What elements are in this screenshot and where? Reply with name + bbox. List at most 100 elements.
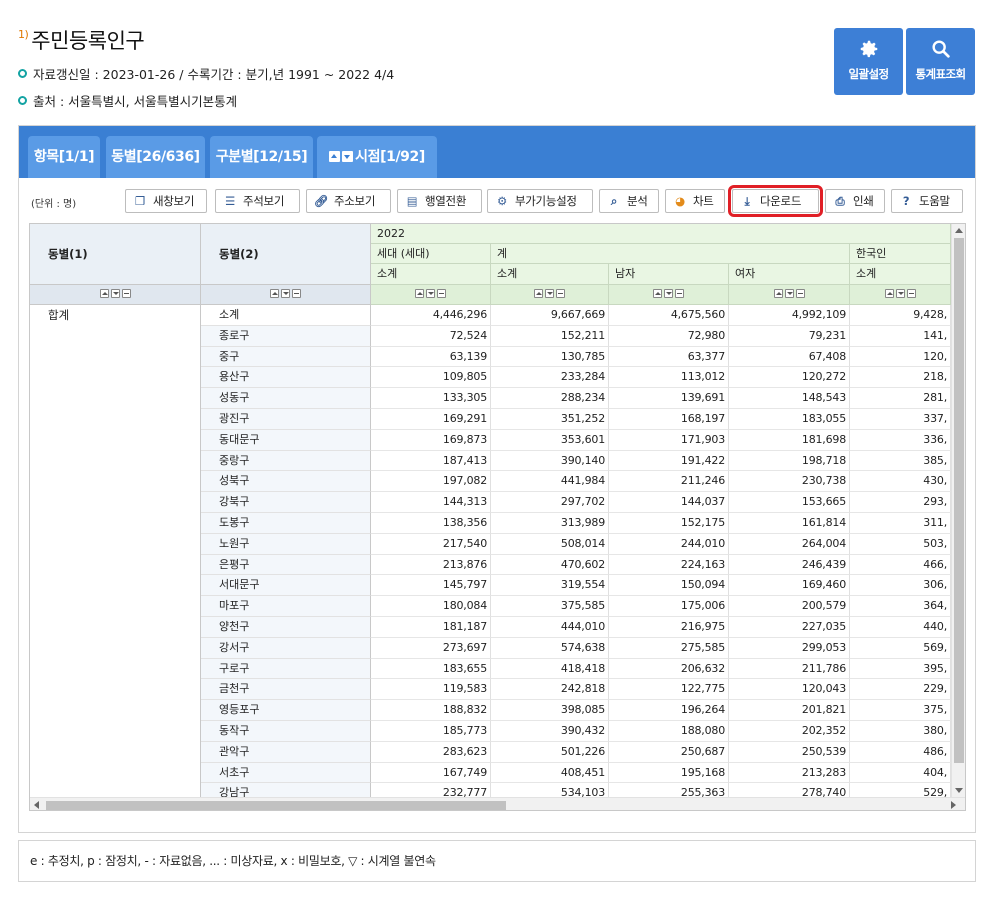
expand-down-icon[interactable] bbox=[342, 151, 354, 162]
sort-down-icon[interactable] bbox=[545, 289, 554, 298]
new-window-button[interactable]: ❐ 새창보기 bbox=[125, 189, 207, 213]
link-icon: 🔗︎ bbox=[313, 194, 329, 208]
chart-button[interactable]: ◕ 차트 bbox=[665, 189, 725, 213]
sort-down-icon[interactable] bbox=[281, 289, 290, 298]
table-cell: 211,246 bbox=[609, 471, 729, 493]
toolbar: (단위 : 명) ❐ 새창보기 ☰ 주석보기 🔗︎ 주소보기 ▤ 행열전환 ⚙ 부가기능설… bbox=[19, 178, 975, 223]
table-cell: 264,004 bbox=[729, 533, 850, 555]
scroll-up-icon[interactable] bbox=[955, 228, 963, 233]
collapse-icon[interactable] bbox=[121, 289, 131, 298]
pivot-icon: ▤ bbox=[406, 194, 418, 208]
pivot-button[interactable]: ▤ 행열전환 bbox=[397, 189, 482, 213]
table-cell: 169,291 bbox=[371, 409, 491, 430]
table-cell: 196,264 bbox=[609, 700, 729, 721]
table-cell: 183,655 bbox=[371, 658, 491, 680]
row-label: 강북구 bbox=[201, 492, 371, 513]
view-address-button[interactable]: 🔗︎ 주소보기 bbox=[306, 189, 391, 213]
sort-down-icon[interactable] bbox=[110, 289, 120, 298]
sort-down-icon[interactable] bbox=[426, 289, 435, 298]
collapse-icon[interactable] bbox=[556, 289, 565, 298]
collapse-icon[interactable] bbox=[292, 289, 301, 298]
stat-table-search-button[interactable]: 통계표조회 bbox=[906, 28, 975, 95]
window-icon: ❐ bbox=[134, 194, 145, 208]
table-cell: 152,175 bbox=[609, 513, 729, 534]
table-cell: 508,014 bbox=[491, 533, 609, 555]
sort-up-icon[interactable] bbox=[773, 289, 783, 298]
sort-down-icon[interactable] bbox=[895, 289, 905, 298]
table-cell: 197,082 bbox=[371, 471, 491, 493]
tab-items[interactable]: 항목[1/1] bbox=[28, 136, 100, 178]
tab-period[interactable]: 시점[1/92] bbox=[317, 136, 437, 178]
row-group-label: 합계 bbox=[48, 308, 70, 322]
update-info: 자료갱신일 : 2023-01-26 / 수록기간 : 분기,년 1991 ~ … bbox=[18, 64, 394, 83]
tab-items-label: 항목[1/1] bbox=[33, 149, 95, 165]
table-cell: 122,775 bbox=[609, 679, 729, 701]
download-label: 다운로드 bbox=[760, 194, 802, 208]
sort-up-icon[interactable] bbox=[653, 289, 662, 298]
tab-dong[interactable]: 동별[26/636] bbox=[106, 136, 205, 178]
scroll-right-icon[interactable] bbox=[951, 801, 956, 809]
row-label: 중구 bbox=[201, 346, 371, 368]
bulk-settings-button[interactable]: 일괄설정 bbox=[834, 28, 903, 95]
sub-header-households-subtotal: 소계 bbox=[371, 264, 491, 285]
table-cell: 169,873 bbox=[371, 429, 491, 451]
title-area: 1) 주민등록인구 자료갱신일 : 2023-01-26 / 수록기간 : 분기,… bbox=[18, 25, 394, 110]
stat-table-panel: 항목[1/1] 동별[26/636] 구분별[12/15] 시점[1/92] (… bbox=[18, 125, 976, 833]
source-info: 출처 : 서울특별시, 서울특별시기본통계 bbox=[18, 91, 394, 110]
households-header: 세대 (세대) bbox=[371, 244, 491, 264]
footnote-mark[interactable]: 1) bbox=[18, 28, 29, 41]
row-label: 서대문구 bbox=[201, 575, 371, 597]
table-cell: 211,786 bbox=[729, 658, 850, 680]
table-cell: 9,667,669 bbox=[491, 305, 609, 326]
table-cell: 244,010 bbox=[609, 533, 729, 555]
tab-category[interactable]: 구분별[12/15] bbox=[210, 136, 313, 178]
print-button[interactable]: ⎙ 인쇄 bbox=[825, 189, 885, 213]
scroll-left-icon[interactable] bbox=[34, 801, 39, 809]
collapse-icon[interactable] bbox=[906, 289, 916, 298]
sort-up-icon[interactable] bbox=[884, 289, 894, 298]
collapse-icon[interactable] bbox=[795, 289, 805, 298]
table-cell: 4,675,560 bbox=[609, 305, 729, 326]
sort-down-icon[interactable] bbox=[784, 289, 794, 298]
row-header-dong1[interactable]: 동별(1) bbox=[30, 224, 201, 285]
table-cell: 138,356 bbox=[371, 513, 491, 534]
expand-up-icon[interactable] bbox=[329, 151, 341, 162]
sort-up-icon[interactable] bbox=[270, 289, 279, 298]
collapse-icon[interactable] bbox=[675, 289, 684, 298]
horizontal-scrollbar[interactable] bbox=[30, 797, 965, 810]
view-address-label: 주소보기 bbox=[334, 194, 376, 208]
view-comments-button[interactable]: ☰ 주석보기 bbox=[215, 189, 300, 213]
extra-settings-button[interactable]: ⚙ 부가기능설정 bbox=[487, 189, 593, 213]
sort-up-icon[interactable] bbox=[534, 289, 543, 298]
row-label: 성북구 bbox=[201, 471, 371, 493]
sort-controls bbox=[491, 285, 609, 305]
horizontal-scroll-thumb[interactable] bbox=[46, 801, 506, 810]
print-icon: ⎙ bbox=[835, 194, 845, 208]
table-cell: 503, bbox=[850, 533, 951, 555]
table-cell: 206,632 bbox=[609, 658, 729, 680]
table-cell: 63,139 bbox=[371, 346, 491, 368]
vertical-scroll-thumb[interactable] bbox=[954, 238, 964, 763]
source-info-text: 출처 : 서울특별시, 서울특별시기본통계 bbox=[33, 94, 238, 109]
table-cell: 216,975 bbox=[609, 617, 729, 638]
table-cell: 288,234 bbox=[491, 388, 609, 409]
tab-dong-label: 동별[26/636] bbox=[111, 149, 200, 165]
sub-header-female: 여자 bbox=[729, 264, 850, 285]
table-cell: 293, bbox=[850, 492, 951, 513]
scroll-down-icon[interactable] bbox=[955, 788, 963, 793]
sort-up-icon[interactable] bbox=[415, 289, 424, 298]
analysis-button[interactable]: ⌕ 분석 bbox=[599, 189, 659, 213]
download-button[interactable]: ⤓ 다운로드 bbox=[728, 185, 823, 217]
table-cell: 242,818 bbox=[491, 679, 609, 701]
table-cell: 4,446,296 bbox=[371, 305, 491, 326]
sort-controls bbox=[609, 285, 729, 305]
sort-up-icon[interactable] bbox=[99, 289, 109, 298]
table-cell: 4,992,109 bbox=[729, 305, 850, 326]
row-header-dong2[interactable]: 동별(2) bbox=[201, 224, 371, 285]
table-cell: 202,352 bbox=[729, 721, 850, 742]
vertical-scrollbar[interactable] bbox=[951, 224, 965, 799]
table-cell: 275,585 bbox=[609, 637, 729, 659]
collapse-icon[interactable] bbox=[437, 289, 446, 298]
sort-down-icon[interactable] bbox=[664, 289, 673, 298]
help-button[interactable]: ? 도움말 bbox=[891, 189, 963, 213]
